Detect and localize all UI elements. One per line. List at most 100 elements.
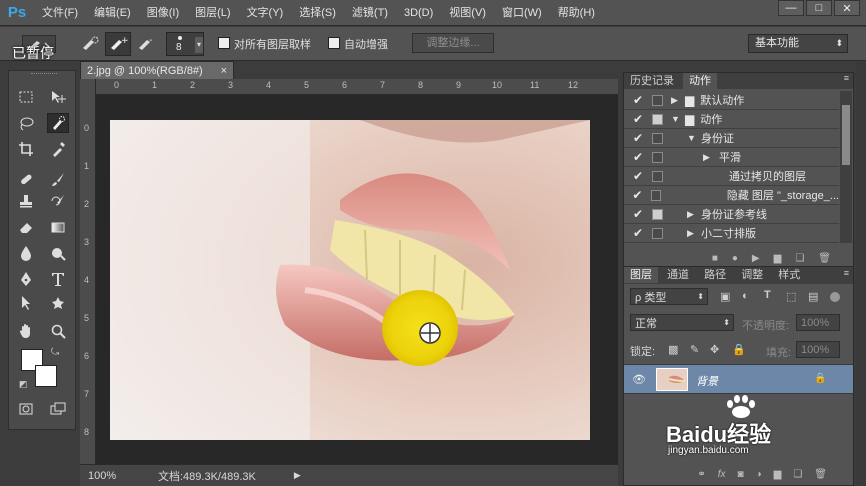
- minimize-button[interactable]: —: [778, 0, 804, 16]
- quick-selection-tool-icon[interactable]: [47, 113, 69, 133]
- status-menu-arrow-icon[interactable]: ▶: [294, 470, 301, 481]
- action-row[interactable]: ✔ ▶ 平滑: [624, 148, 839, 167]
- lock-all-icon[interactable]: 🔒: [732, 343, 746, 356]
- brush-tool-icon[interactable]: [47, 169, 69, 189]
- hand-tool-icon[interactable]: [15, 321, 37, 341]
- menu-filter[interactable]: 滤镜(T): [344, 0, 396, 26]
- check-icon[interactable]: ✔: [632, 93, 644, 107]
- eraser-tool-icon[interactable]: [15, 217, 37, 237]
- expand-arrow-icon[interactable]: ▶: [687, 209, 697, 220]
- quick-mask-icon[interactable]: [15, 399, 37, 419]
- filter-type-icon[interactable]: T: [764, 289, 771, 301]
- panel-menu-icon[interactable]: ≡: [844, 73, 849, 83]
- dialog-toggle[interactable]: [652, 151, 663, 163]
- fill-input[interactable]: 100%: [796, 341, 840, 358]
- swap-colors-icon[interactable]: ⤿: [51, 347, 59, 358]
- link-layers-icon[interactable]: ⚭: [697, 469, 705, 480]
- menu-file[interactable]: 文件(F): [34, 0, 86, 26]
- lock-transparent-icon[interactable]: ▩: [668, 343, 678, 356]
- healing-brush-tool-icon[interactable]: [15, 169, 37, 189]
- check-icon[interactable]: ✔: [632, 112, 644, 126]
- adjustment-layer-icon[interactable]: ◑: [756, 469, 762, 480]
- tab-channels[interactable]: 通道: [661, 267, 695, 283]
- check-icon[interactable]: ✔: [632, 207, 644, 221]
- dialog-toggle[interactable]: [652, 227, 663, 239]
- delete-icon[interactable]: 🗑: [818, 253, 831, 264]
- new-selection-icon[interactable]: [78, 33, 102, 55]
- layer-row-background[interactable]: 👁 背景 🔒: [624, 364, 853, 394]
- check-icon[interactable]: ✔: [632, 150, 644, 164]
- new-set-icon[interactable]: ▆: [774, 253, 782, 264]
- refine-edge-button[interactable]: 调整边缘...: [412, 33, 494, 53]
- close-tab-icon[interactable]: ×: [221, 65, 227, 77]
- dialog-toggle[interactable]: [652, 94, 663, 106]
- toolbox-grip[interactable]: [31, 73, 57, 76]
- custom-shape-tool-icon[interactable]: [47, 293, 69, 313]
- crop-tool-icon[interactable]: [15, 139, 37, 159]
- action-row[interactable]: ✔ ▼ ▆ 动作: [624, 110, 839, 129]
- eye-icon[interactable]: 👁: [632, 373, 646, 386]
- expand-arrow-icon[interactable]: ▼: [671, 114, 681, 124]
- gradient-tool-icon[interactable]: [47, 217, 69, 237]
- panel-menu-icon[interactable]: ≡: [844, 268, 849, 278]
- add-mask-icon[interactable]: ◙: [738, 469, 744, 480]
- lasso-tool-icon[interactable]: [15, 113, 37, 133]
- check-icon[interactable]: ✔: [632, 188, 643, 202]
- subtract-selection-icon[interactable]: -: [134, 33, 158, 55]
- dialog-toggle[interactable]: [652, 170, 663, 182]
- scrollbar-thumb[interactable]: [842, 105, 850, 165]
- tab-styles[interactable]: 样式: [772, 267, 806, 283]
- screen-mode-icon[interactable]: [47, 399, 69, 419]
- menu-layer[interactable]: 图层(L): [187, 0, 238, 26]
- background-color-swatch[interactable]: [35, 365, 57, 387]
- filter-adjust-icon[interactable]: ◐: [742, 290, 749, 302]
- delete-layer-icon[interactable]: 🗑: [814, 469, 827, 480]
- eyedropper-tool-icon[interactable]: [47, 139, 69, 159]
- dialog-toggle[interactable]: [652, 132, 663, 144]
- check-icon[interactable]: ✔: [632, 131, 644, 145]
- auto-enhance-checkbox[interactable]: [328, 37, 340, 52]
- check-icon[interactable]: ✔: [632, 169, 644, 183]
- menu-select[interactable]: 选择(S): [291, 0, 344, 26]
- tab-layers[interactable]: 图层: [624, 267, 658, 283]
- menu-window[interactable]: 窗口(W): [494, 0, 550, 26]
- stop-icon[interactable]: ■: [712, 253, 718, 264]
- tab-adjustments[interactable]: 调整: [735, 267, 769, 283]
- marquee-tool-icon[interactable]: [15, 87, 37, 107]
- menu-edit[interactable]: 编辑(E): [86, 0, 139, 26]
- new-layer-icon[interactable]: ❏: [793, 469, 802, 480]
- move-tool-icon[interactable]: [47, 87, 69, 107]
- expand-arrow-icon[interactable]: ▶: [687, 228, 697, 239]
- menu-help[interactable]: 帮助(H): [550, 0, 603, 26]
- action-row[interactable]: ✔ 通过拷贝的图层: [624, 167, 839, 186]
- menu-type[interactable]: 文字(Y): [239, 0, 292, 26]
- panel-dock-edge[interactable]: [856, 62, 866, 486]
- horizontal-ruler[interactable]: 0 1 2 3 4 5 6 7 8 9 10 11 12: [80, 79, 618, 95]
- dialog-toggle[interactable]: [650, 189, 661, 201]
- blur-tool-icon[interactable]: [15, 243, 37, 263]
- filter-toggle[interactable]: [830, 292, 840, 302]
- document-tab[interactable]: 2.jpg @ 100%(RGB/8#) ×: [80, 61, 234, 79]
- history-brush-tool-icon[interactable]: [47, 191, 69, 211]
- play-icon[interactable]: ▶: [752, 253, 760, 264]
- layer-filter-select[interactable]: ρ 类型 ⬍: [630, 288, 708, 305]
- menu-image[interactable]: 图像(I): [139, 0, 187, 26]
- expand-arrow-icon[interactable]: ▶: [703, 152, 713, 163]
- record-icon[interactable]: ●: [732, 253, 738, 264]
- expand-arrow-icon[interactable]: ▶: [671, 95, 681, 106]
- lock-position-icon[interactable]: ✥: [710, 343, 719, 356]
- vertical-ruler[interactable]: 0 1 2 3 4 5 6 7 8: [80, 79, 96, 464]
- filter-pixel-icon[interactable]: ▣: [720, 290, 730, 303]
- blend-mode-select[interactable]: 正常 ⬍: [630, 314, 734, 331]
- dialog-toggle[interactable]: [652, 113, 663, 125]
- action-row[interactable]: ✔ ▶ 身份证参考线: [624, 205, 839, 224]
- add-to-selection-icon[interactable]: +: [105, 32, 131, 56]
- action-row[interactable]: ✔ ▶ ▆ 默认动作: [624, 91, 839, 110]
- menu-view[interactable]: 视图(V): [441, 0, 494, 26]
- filter-shape-icon[interactable]: ⬚: [786, 290, 796, 303]
- zoom-level[interactable]: 100%: [88, 470, 140, 482]
- type-tool-icon[interactable]: [47, 269, 69, 289]
- workspace-select[interactable]: 基本功能 ⬍: [748, 34, 848, 53]
- menu-3d[interactable]: 3D(D): [396, 0, 441, 26]
- tab-history[interactable]: 历史记录: [624, 73, 680, 89]
